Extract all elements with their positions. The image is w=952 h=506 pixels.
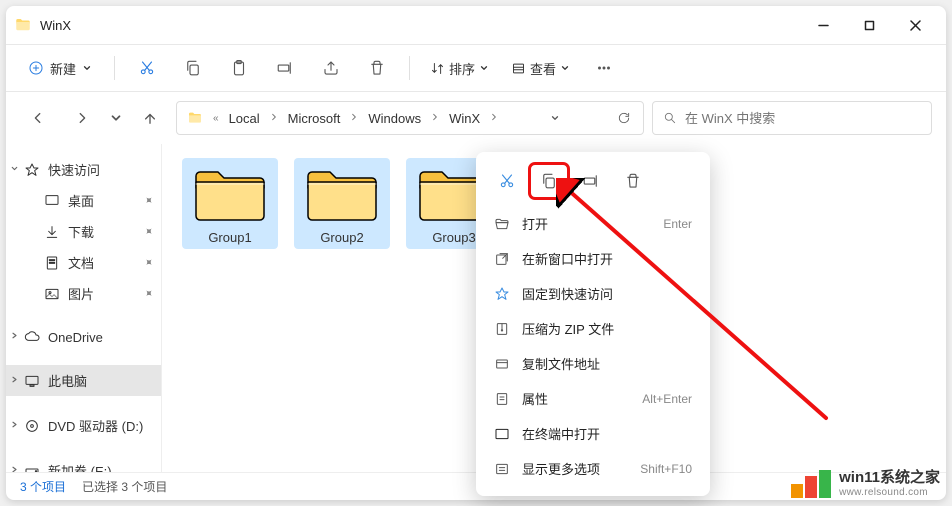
sidebar-quick-access[interactable]: 快速访问 [6, 154, 161, 185]
maximize-button[interactable] [846, 9, 892, 41]
search-input[interactable] [685, 111, 921, 126]
new-window-icon [494, 251, 510, 267]
refresh-button[interactable] [609, 103, 639, 133]
disc-icon [24, 418, 40, 434]
minimize-button[interactable] [800, 9, 846, 41]
view-button[interactable]: 查看 [503, 53, 578, 84]
folder-icon [181, 106, 209, 130]
properties-icon [494, 391, 510, 407]
new-button[interactable]: 新建 [18, 53, 102, 84]
folder-open-icon [494, 216, 510, 232]
delete-button[interactable] [357, 50, 397, 86]
share-button[interactable] [311, 50, 351, 86]
sidebar-downloads[interactable]: 下载 ✦ [6, 216, 161, 247]
address-row: « Local Microsoft Windows WinX [6, 92, 946, 144]
pin-icon: ✦ [141, 193, 157, 209]
rename-button[interactable] [265, 50, 305, 86]
watermark: win11系统之家 www.relsound.com [791, 470, 940, 498]
folder-item-0[interactable]: Group1 [182, 158, 278, 249]
sidebar-this-pc[interactable]: 此电脑 [6, 365, 161, 396]
more-icon [494, 461, 510, 477]
breadcrumb-1[interactable]: Microsoft [282, 107, 347, 130]
sidebar-pictures[interactable]: 图片 ✦ [6, 278, 161, 309]
ctx-open[interactable]: 打开 Enter [482, 206, 704, 241]
sidebar-onedrive[interactable]: OneDrive [6, 323, 161, 351]
address-dropdown[interactable] [540, 103, 570, 133]
document-icon [44, 255, 60, 271]
breadcrumb-3[interactable]: WinX [443, 107, 486, 130]
pin-icon: ✦ [141, 286, 157, 302]
watermark-title: win11系统之家 [839, 470, 940, 487]
pin-icon: ✦ [141, 224, 157, 240]
search-icon [663, 111, 677, 125]
breadcrumb-0[interactable]: Local [223, 107, 266, 130]
status-count: 3 个项目 [20, 478, 66, 495]
window-title: WinX [40, 18, 800, 33]
ctx-show-more[interactable]: 显示更多选项 Shift+F10 [482, 451, 704, 486]
ctx-delete-button[interactable] [614, 164, 652, 198]
cut-button[interactable] [127, 50, 167, 86]
context-menu: 打开 Enter 在新窗口中打开 固定到快速访问 压缩为 ZIP 文件 复制文件… [476, 152, 710, 496]
more-button[interactable] [584, 50, 624, 86]
star-icon [494, 286, 510, 302]
copy-button[interactable] [173, 50, 213, 86]
watermark-logo-icon [791, 470, 831, 498]
cloud-icon [24, 329, 40, 345]
ctx-pin-quick[interactable]: 固定到快速访问 [482, 276, 704, 311]
picture-icon [44, 286, 60, 302]
sidebar: 快速访问 桌面 ✦ 下载 ✦ 文档 ✦ 图片 ✦ [6, 144, 162, 472]
sort-button[interactable]: 排序 [422, 53, 497, 84]
breadcrumb-2[interactable]: Windows [362, 107, 427, 130]
paste-button[interactable] [219, 50, 259, 86]
back-button[interactable] [20, 100, 56, 136]
sort-label: 排序 [449, 59, 475, 78]
toolbar: 新建 排序 查看 [6, 44, 946, 92]
ctx-properties[interactable]: 属性 Alt+Enter [482, 381, 704, 416]
sidebar-desktop[interactable]: 桌面 ✦ [6, 185, 161, 216]
ctx-open-new-window[interactable]: 在新窗口中打开 [482, 241, 704, 276]
folder-label: Group1 [208, 230, 251, 245]
close-button[interactable] [892, 9, 938, 41]
sidebar-dvd[interactable]: DVD 驱动器 (D:) [6, 410, 161, 441]
ctx-rename-button[interactable] [572, 164, 610, 198]
address-bar[interactable]: « Local Microsoft Windows WinX [176, 101, 644, 135]
view-label: 查看 [530, 59, 556, 78]
star-icon [24, 162, 40, 178]
folder-label: Group3 [432, 230, 475, 245]
pin-icon: ✦ [141, 255, 157, 271]
forward-button[interactable] [64, 100, 100, 136]
folder-icon [190, 162, 270, 226]
sidebar-documents[interactable]: 文档 ✦ [6, 247, 161, 278]
desktop-icon [44, 193, 60, 209]
terminal-icon [494, 426, 510, 442]
ctx-copy-button[interactable] [530, 164, 568, 198]
drive-icon [24, 463, 40, 473]
folder-item-1[interactable]: Group2 [294, 158, 390, 249]
search-box[interactable] [652, 101, 932, 135]
recent-dropdown[interactable] [108, 100, 124, 136]
sidebar-volume[interactable]: 新加卷 (E:) [6, 455, 161, 472]
folder-label: Group2 [320, 230, 363, 245]
folder-icon [14, 16, 32, 34]
status-selected: 已选择 3 个项目 [82, 478, 167, 495]
ctx-copy-path[interactable]: 复制文件地址 [482, 346, 704, 381]
copy-path-icon [494, 356, 510, 372]
zip-icon [494, 321, 510, 337]
titlebar: WinX [6, 6, 946, 44]
ctx-cut-button[interactable] [488, 164, 526, 198]
download-icon [44, 224, 60, 240]
up-button[interactable] [132, 100, 168, 136]
ctx-open-terminal[interactable]: 在终端中打开 [482, 416, 704, 451]
ctx-compress-zip[interactable]: 压缩为 ZIP 文件 [482, 311, 704, 346]
watermark-url: www.relsound.com [839, 487, 940, 498]
folder-icon [302, 162, 382, 226]
new-label: 新建 [50, 59, 76, 78]
pc-icon [24, 373, 40, 389]
